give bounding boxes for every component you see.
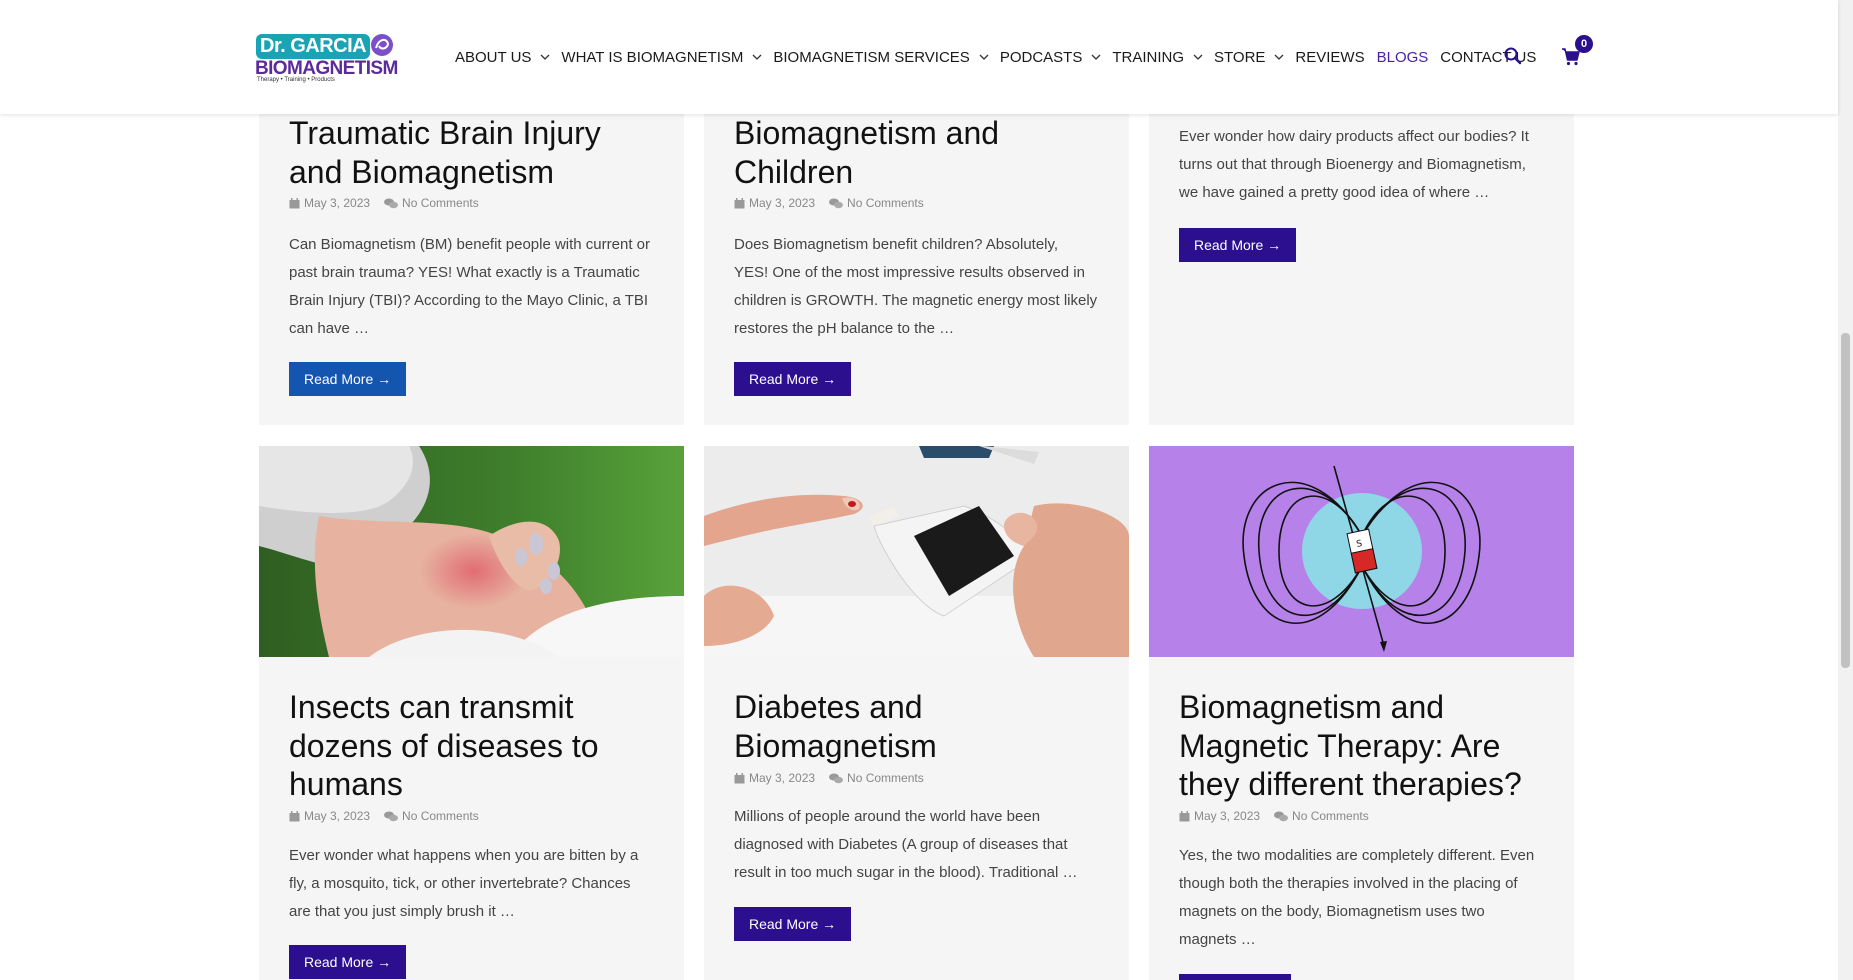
post-date: May 3, 2023	[749, 771, 816, 785]
post-comments-link[interactable]: No Comments	[847, 771, 924, 785]
post-card: Ever wonder how dairy products affect ou…	[1149, 114, 1574, 425]
main-nav: ABOUT US WHAT IS BIOMAGNETISM BIOMAGNETI…	[455, 48, 1548, 66]
chevron-down-icon	[540, 54, 550, 60]
post-comments-link[interactable]: No Comments	[402, 196, 479, 210]
read-more-button[interactable]: Read More →	[289, 945, 407, 979]
nav-label: ABOUT US	[455, 48, 532, 66]
post-title[interactable]: Biomagnetism and Magnetic Therapy: Are t…	[1179, 688, 1564, 804]
post-thumbnail[interactable]	[259, 446, 684, 657]
post-comments-link[interactable]: No Comments	[402, 809, 479, 823]
chevron-down-icon	[1193, 54, 1203, 60]
post-card: Diabetes and Biomagnetism May 3, 2023 No…	[704, 446, 1129, 980]
post-title[interactable]: Diabetes and Biomagnetism	[734, 688, 1104, 765]
read-more-button[interactable]	[1179, 974, 1291, 980]
glucose-meter-photo	[704, 446, 1129, 657]
post-thumbnail[interactable]	[704, 446, 1129, 657]
nav-label: TRAINING	[1112, 48, 1184, 66]
nav-item-biomagnetism-services[interactable]: BIOMAGNETISM SERVICES	[773, 49, 999, 66]
nav-item-reviews[interactable]: REVIEWS	[1295, 49, 1364, 66]
logo-swirl-icon	[371, 34, 393, 56]
page-scrollbar[interactable]	[1838, 0, 1853, 980]
post-excerpt: Yes, the two modalities are completely d…	[1179, 847, 1535, 948]
post-excerpt: Does Biomagnetism benefit children? Abso…	[734, 236, 1098, 337]
nav-label: REVIEWS	[1295, 48, 1365, 66]
nav-item-store[interactable]: STORE	[1214, 49, 1295, 66]
nav-item-about-us[interactable]: ABOUT US	[455, 49, 561, 66]
comments-icon	[1274, 811, 1289, 821]
read-more-button[interactable]: Read More →	[289, 362, 407, 396]
calendar-icon	[734, 772, 745, 783]
calendar-icon	[289, 810, 300, 821]
chevron-down-icon	[979, 54, 989, 60]
post-meta: May 3, 2023 No Comments	[734, 771, 924, 785]
nav-label: STORE	[1214, 48, 1266, 66]
post-title[interactable]: Insects can transmit dozens of diseases …	[289, 688, 659, 804]
nav-item-blogs[interactable]: BLOGS	[1377, 49, 1429, 66]
post-excerpt: Ever wonder what happens when you are bi…	[289, 847, 639, 920]
nav-label: BIOMAGNETISM SERVICES	[773, 48, 970, 66]
nav-item-podcasts[interactable]: PODCASTS	[1000, 49, 1113, 66]
post-card: Traumatic Brain Injury and Biomagnetism …	[259, 114, 684, 425]
nav-item-what-is-biomagnetism[interactable]: WHAT IS BIOMAGNETISM	[561, 49, 773, 66]
site-logo[interactable]: Dr. GARCIA BIOMAGNETISM Therapy • Traini…	[253, 30, 398, 84]
post-title[interactable]: Biomagnetism and Children	[734, 114, 1104, 191]
read-more-button[interactable]: Read More →	[1179, 228, 1297, 262]
neck-pain-photo	[259, 446, 684, 657]
chevron-down-icon	[752, 54, 762, 60]
post-title[interactable]: Traumatic Brain Injury and Biomagnetism	[289, 114, 659, 191]
post-date: May 3, 2023	[749, 196, 816, 210]
post-comments-link[interactable]: No Comments	[1292, 809, 1369, 823]
comments-icon	[829, 198, 844, 208]
calendar-icon	[1179, 810, 1190, 821]
post-card: Insects can transmit dozens of diseases …	[259, 446, 684, 980]
post-card: S Biomagnetism and Magnetic Therapy: Are…	[1149, 446, 1574, 980]
cart-count-badge: 0	[1575, 35, 1593, 53]
post-meta: May 3, 2023 No Comments	[1179, 809, 1369, 823]
read-more-button[interactable]: Read More →	[734, 907, 852, 941]
post-excerpt: Millions of people around the world have…	[734, 808, 1078, 881]
nav-label: PODCASTS	[999, 48, 1083, 66]
nav-label: WHAT IS BIOMAGNETISM	[561, 48, 744, 66]
post-meta: May 3, 2023 No Comments	[289, 196, 479, 210]
post-comments-link[interactable]: No Comments	[847, 196, 924, 210]
calendar-icon	[289, 197, 300, 208]
post-meta: May 3, 2023 No Comments	[289, 809, 479, 823]
scrollbar-thumb[interactable]	[1841, 333, 1850, 668]
chevron-down-icon	[1274, 54, 1284, 60]
post-date: May 3, 2023	[304, 809, 371, 823]
post-excerpt: Can Biomagnetism (BM) benefit people wit…	[289, 236, 650, 337]
nav-item-training[interactable]: TRAINING	[1112, 49, 1214, 66]
search-icon[interactable]	[1503, 46, 1523, 66]
comments-icon	[384, 811, 399, 821]
comments-icon	[829, 773, 844, 783]
nav-label: BLOGS	[1376, 48, 1429, 66]
chevron-down-icon	[1091, 54, 1101, 60]
post-meta: May 3, 2023 No Comments	[734, 196, 924, 210]
read-more-button[interactable]: Read More →	[734, 362, 852, 396]
post-thumbnail[interactable]: S	[1149, 446, 1574, 657]
site-header: Dr. GARCIA BIOMAGNETISM Therapy • Traini…	[0, 0, 1838, 114]
logo-line-1: Dr. GARCIA	[256, 34, 371, 59]
magnetic-field-illustration: S	[1149, 446, 1574, 657]
post-date: May 3, 2023	[304, 196, 371, 210]
post-card: Biomagnetism and Children May 3, 2023 No…	[704, 114, 1129, 425]
logo-tagline: Therapy • Training • Products	[257, 77, 335, 83]
post-date: May 3, 2023	[1194, 809, 1261, 823]
comments-icon	[384, 198, 399, 208]
post-excerpt: Ever wonder how dairy products affect ou…	[1179, 128, 1529, 201]
calendar-icon	[734, 197, 745, 208]
